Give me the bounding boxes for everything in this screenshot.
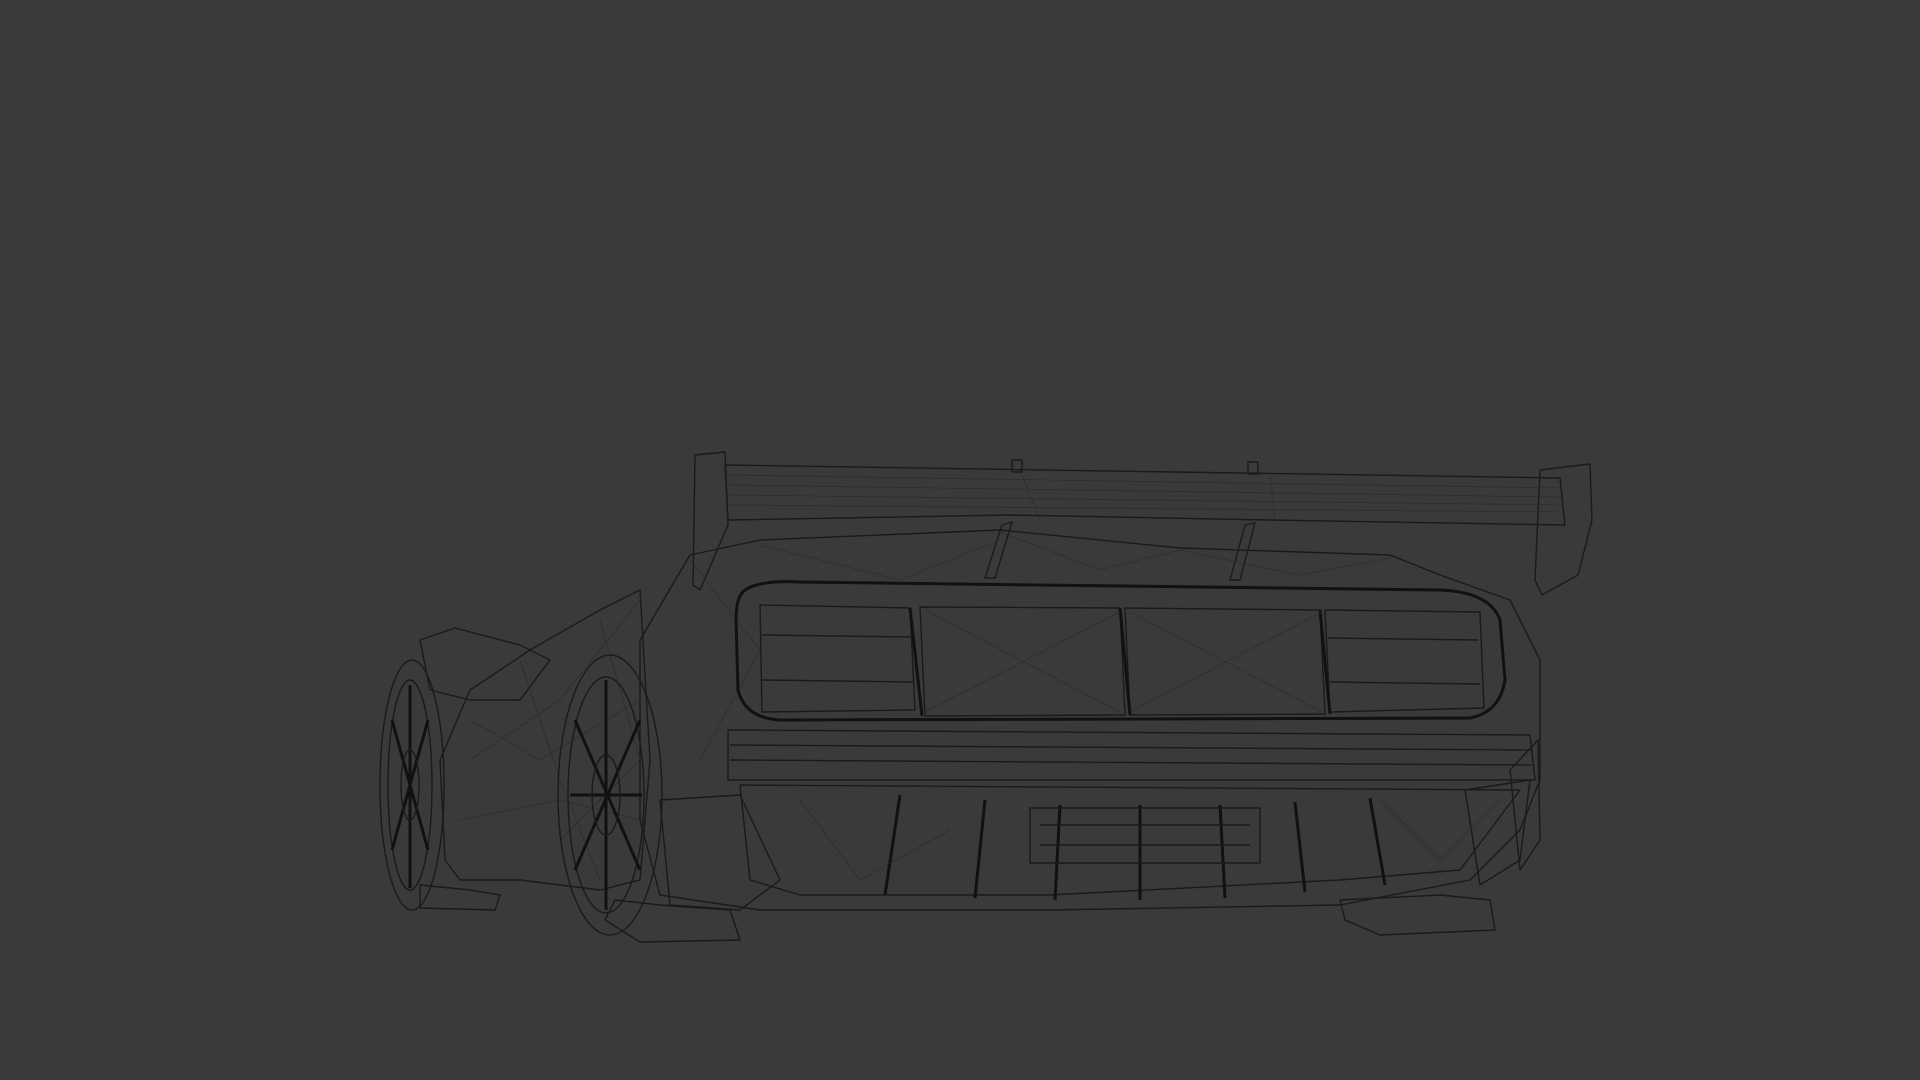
wireframe-car-model[interactable] (0, 0, 1920, 1080)
rear-light-panel (734, 580, 1507, 722)
rear-diffuser (659, 729, 1536, 911)
rear-right-wheel (1339, 739, 1541, 936)
rear-left-wheel (557, 654, 741, 943)
3d-viewport[interactable] (0, 0, 1920, 1080)
rear-wing (692, 451, 1593, 596)
front-left-wheel (379, 659, 501, 911)
